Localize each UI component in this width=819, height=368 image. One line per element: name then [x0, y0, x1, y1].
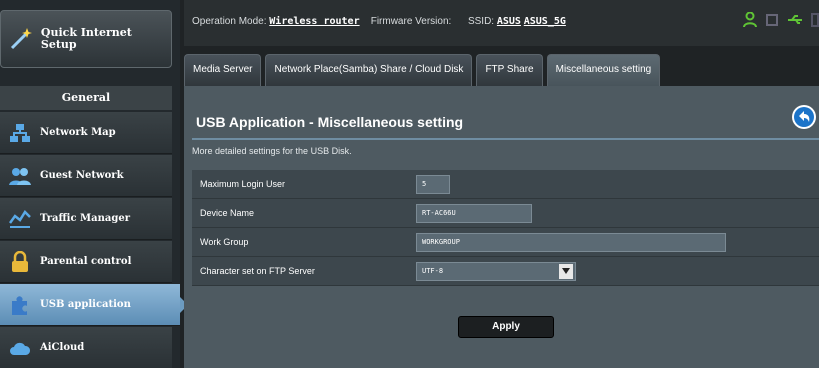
ftp-charset-label: Character set on FTP Server — [200, 266, 315, 276]
maximum-login-user-label: Maximum Login User — [200, 179, 286, 189]
sidebar-item-aicloud[interactable]: AiCloud — [0, 327, 172, 368]
sidebar-item-traffic-manager[interactable]: Traffic Manager — [0, 198, 172, 240]
tab-ftp-share[interactable]: FTP Share — [476, 54, 543, 86]
sidebar-item-label: Traffic Manager — [40, 213, 130, 224]
firmware-version-label: Firmware Version: — [370, 16, 452, 27]
quick-internet-setup-button[interactable]: Quick Internet Setup — [0, 10, 172, 68]
tab-network-place-samba[interactable]: Network Place(Samba) Share / Cloud Disk — [265, 54, 473, 86]
tab-miscellaneous-setting[interactable]: Miscellaneous setting — [546, 54, 661, 86]
sidebar-item-usb-application[interactable]: USB application — [0, 284, 188, 326]
operation-mode-link[interactable]: Wireless router — [269, 16, 359, 27]
settings-form: Maximum Login User 5 Device Name RT-AC66… — [192, 170, 819, 286]
sidebar-item-label: Guest Network — [40, 170, 124, 181]
sidebar-item-label: Network Map — [40, 127, 116, 138]
status-icons — [743, 11, 819, 33]
device-name-input[interactable]: RT-AC66U — [416, 203, 532, 223]
form-row: Maximum Login User 5 — [192, 170, 819, 199]
printer-status-icon[interactable] — [765, 12, 779, 33]
device-name-label: Device Name — [200, 208, 255, 218]
page-description: More detailed settings for the USB Disk. — [192, 146, 352, 156]
status-line: Operation Mode: Wireless router Firmware… — [192, 16, 566, 27]
page-title: USB Application - Miscellaneous setting — [196, 114, 464, 130]
back-button[interactable] — [791, 104, 817, 135]
top-status-bar: Operation Mode: Wireless router Firmware… — [184, 0, 819, 46]
cloud-icon — [0, 339, 40, 357]
network-map-icon — [0, 123, 40, 143]
form-row: Character set on FTP Server UTF-8 — [192, 257, 819, 286]
sidebar-item-guest-network[interactable]: Guest Network — [0, 155, 172, 197]
lock-icon — [0, 250, 40, 273]
operation-mode-label: Operation Mode: — [192, 16, 267, 27]
work-group-label: Work Group — [200, 237, 249, 247]
sidebar-item-label: USB application — [40, 299, 131, 310]
back-arrow-icon — [791, 105, 817, 134]
sidebar: Quick Internet Setup General Network Map… — [0, 0, 188, 368]
ftp-charset-value: UTF-8 — [422, 267, 444, 275]
client-status-icon[interactable] — [743, 11, 757, 33]
chevron-down-icon — [559, 263, 573, 279]
ftp-charset-select[interactable]: UTF-8 — [416, 261, 576, 281]
work-group-input[interactable]: WORKGROUP — [416, 232, 726, 252]
quick-internet-setup-label: Quick Internet Setup — [40, 26, 132, 51]
sidebar-item-label: AiCloud — [40, 342, 85, 353]
usb-status-icon[interactable] — [787, 12, 803, 33]
wand-icon — [1, 26, 41, 52]
traffic-manager-icon — [0, 209, 40, 229]
sidebar-item-parental-control[interactable]: Parental control — [0, 241, 172, 283]
apply-button[interactable]: Apply — [458, 316, 554, 338]
storage-status-icon[interactable] — [811, 12, 819, 33]
ssid-link[interactable]: ASUS — [497, 16, 521, 27]
ssid-5g-link[interactable]: ASUS_5G — [524, 16, 566, 27]
title-divider — [192, 138, 819, 140]
form-row: Work Group WORKGROUP — [192, 228, 819, 257]
guest-network-icon — [0, 166, 40, 186]
ssid-label: SSID: — [467, 16, 495, 27]
puzzle-icon — [0, 294, 40, 316]
maximum-login-user-input[interactable]: 5 — [416, 174, 450, 194]
sidebar-item-label: Parental control — [40, 256, 132, 267]
usb-application-tabs: Media Server Network Place(Samba) Share … — [184, 54, 661, 86]
sidebar-section-general: General — [0, 86, 172, 110]
form-row: Device Name RT-AC66U — [192, 199, 819, 228]
settings-panel: USB Application - Miscellaneous setting … — [184, 86, 819, 368]
tab-media-server[interactable]: Media Server — [184, 54, 262, 86]
sidebar-item-network-map[interactable]: Network Map — [0, 112, 172, 154]
